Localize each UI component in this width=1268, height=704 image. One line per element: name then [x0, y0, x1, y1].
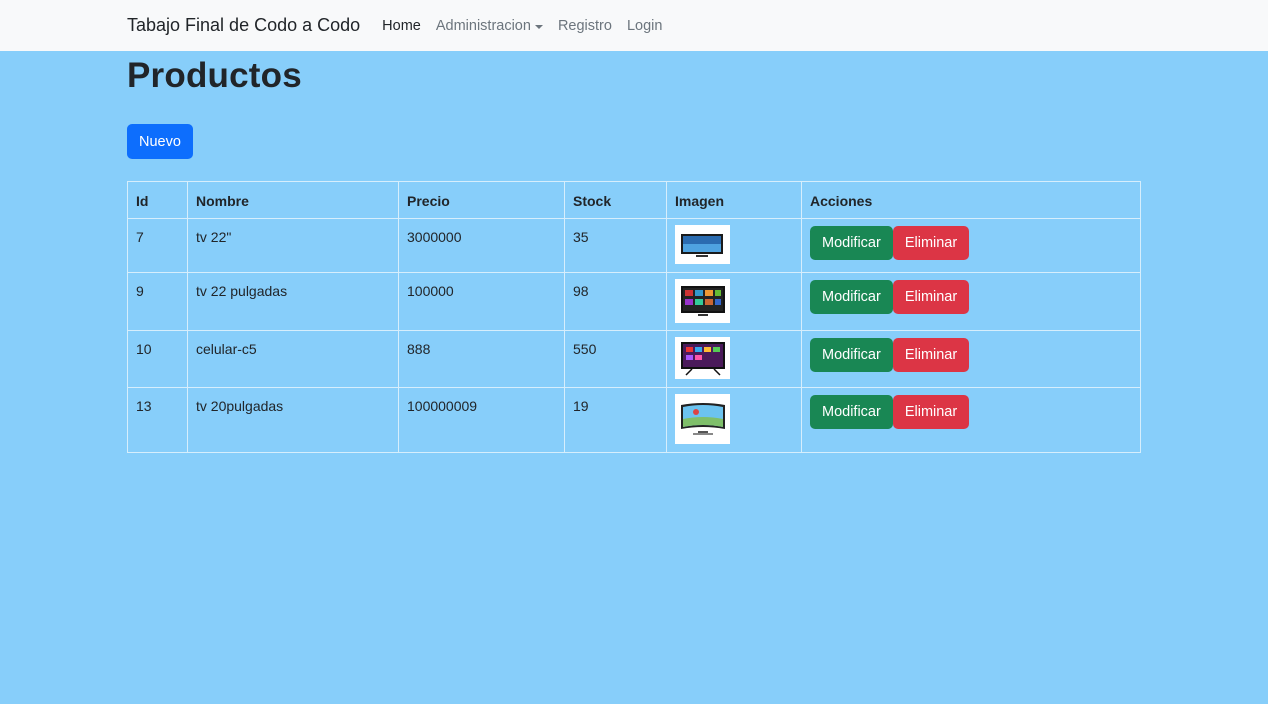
- nav-dropdown-label: Administracion: [435, 17, 531, 34]
- cell-nombre: tv 20pulgadas: [187, 387, 399, 453]
- product-image: [675, 279, 730, 323]
- cell-precio: 888: [398, 330, 565, 388]
- caret-down-icon: [534, 24, 543, 29]
- table-header-row: Id Nombre Precio Stock Imagen Acciones: [127, 181, 1141, 219]
- cell-stock: 35: [564, 218, 667, 273]
- modify-button[interactable]: Modificar: [810, 280, 893, 314]
- table-row: 10 celular-c5 888 550 Modificar Eliminar: [127, 330, 1141, 388]
- cell-imagen: [666, 387, 802, 453]
- main-container: Productos Nuevo Id Nombre Precio Stock I…: [127, 51, 1141, 453]
- header-nombre: Nombre: [187, 181, 399, 219]
- product-image: [675, 337, 730, 379]
- products-table: Id Nombre Precio Stock Imagen Acciones 7…: [127, 181, 1141, 453]
- table-row: 7 tv 22" 3000000 35 Modificar Eliminar: [127, 218, 1141, 273]
- header-imagen: Imagen: [666, 181, 802, 219]
- cell-id: 13: [127, 387, 188, 453]
- nav-link-home[interactable]: Home: [382, 18, 421, 34]
- cell-nombre: tv 22 pulgadas: [187, 272, 399, 331]
- cell-nombre: tv 22": [187, 218, 399, 273]
- delete-button[interactable]: Eliminar: [892, 226, 970, 260]
- nav-link-login[interactable]: Login: [627, 18, 662, 34]
- delete-button[interactable]: Eliminar: [892, 280, 970, 314]
- cell-stock: 98: [564, 272, 667, 331]
- modify-button[interactable]: Modificar: [810, 226, 893, 260]
- delete-button[interactable]: Eliminar: [892, 338, 970, 372]
- table-row: 13 tv 20pulgadas 100000009 19 Modificar E…: [127, 387, 1141, 453]
- cell-id: 7: [127, 218, 188, 273]
- cell-imagen: [666, 330, 802, 388]
- nav-link-registro[interactable]: Registro: [558, 18, 612, 34]
- nav-dropdown-administracion[interactable]: Administracion: [436, 18, 543, 34]
- delete-button[interactable]: Eliminar: [892, 395, 970, 429]
- product-image: [675, 225, 730, 264]
- cell-acciones: Modificar Eliminar: [801, 330, 1141, 388]
- cell-imagen: [666, 272, 802, 331]
- navbar-brand[interactable]: Tabajo Final de Codo a Codo: [127, 15, 360, 36]
- modify-button[interactable]: Modificar: [810, 395, 893, 429]
- new-product-button[interactable]: Nuevo: [127, 124, 193, 159]
- header-precio: Precio: [398, 181, 565, 219]
- navbar: Tabajo Final de Codo a Codo Home Adminis…: [0, 0, 1268, 51]
- cell-id: 10: [127, 330, 188, 388]
- cell-precio: 100000009: [398, 387, 565, 453]
- header-id: Id: [127, 181, 188, 219]
- cell-acciones: Modificar Eliminar: [801, 272, 1141, 331]
- cell-stock: 550: [564, 330, 667, 388]
- cell-acciones: Modificar Eliminar: [801, 218, 1141, 273]
- cell-nombre: celular-c5: [187, 330, 399, 388]
- table-row: 9 tv 22 pulgadas 100000 98 Modificar Elim…: [127, 272, 1141, 331]
- cell-stock: 19: [564, 387, 667, 453]
- cell-imagen: [666, 218, 802, 273]
- header-stock: Stock: [564, 181, 667, 219]
- modify-button[interactable]: Modificar: [810, 338, 893, 372]
- cell-acciones: Modificar Eliminar: [801, 387, 1141, 453]
- page-title: Productos: [127, 56, 302, 95]
- product-image: [675, 394, 730, 444]
- cell-id: 9: [127, 272, 188, 331]
- header-acciones: Acciones: [801, 181, 1141, 219]
- cell-precio: 3000000: [398, 218, 565, 273]
- cell-precio: 100000: [398, 272, 565, 331]
